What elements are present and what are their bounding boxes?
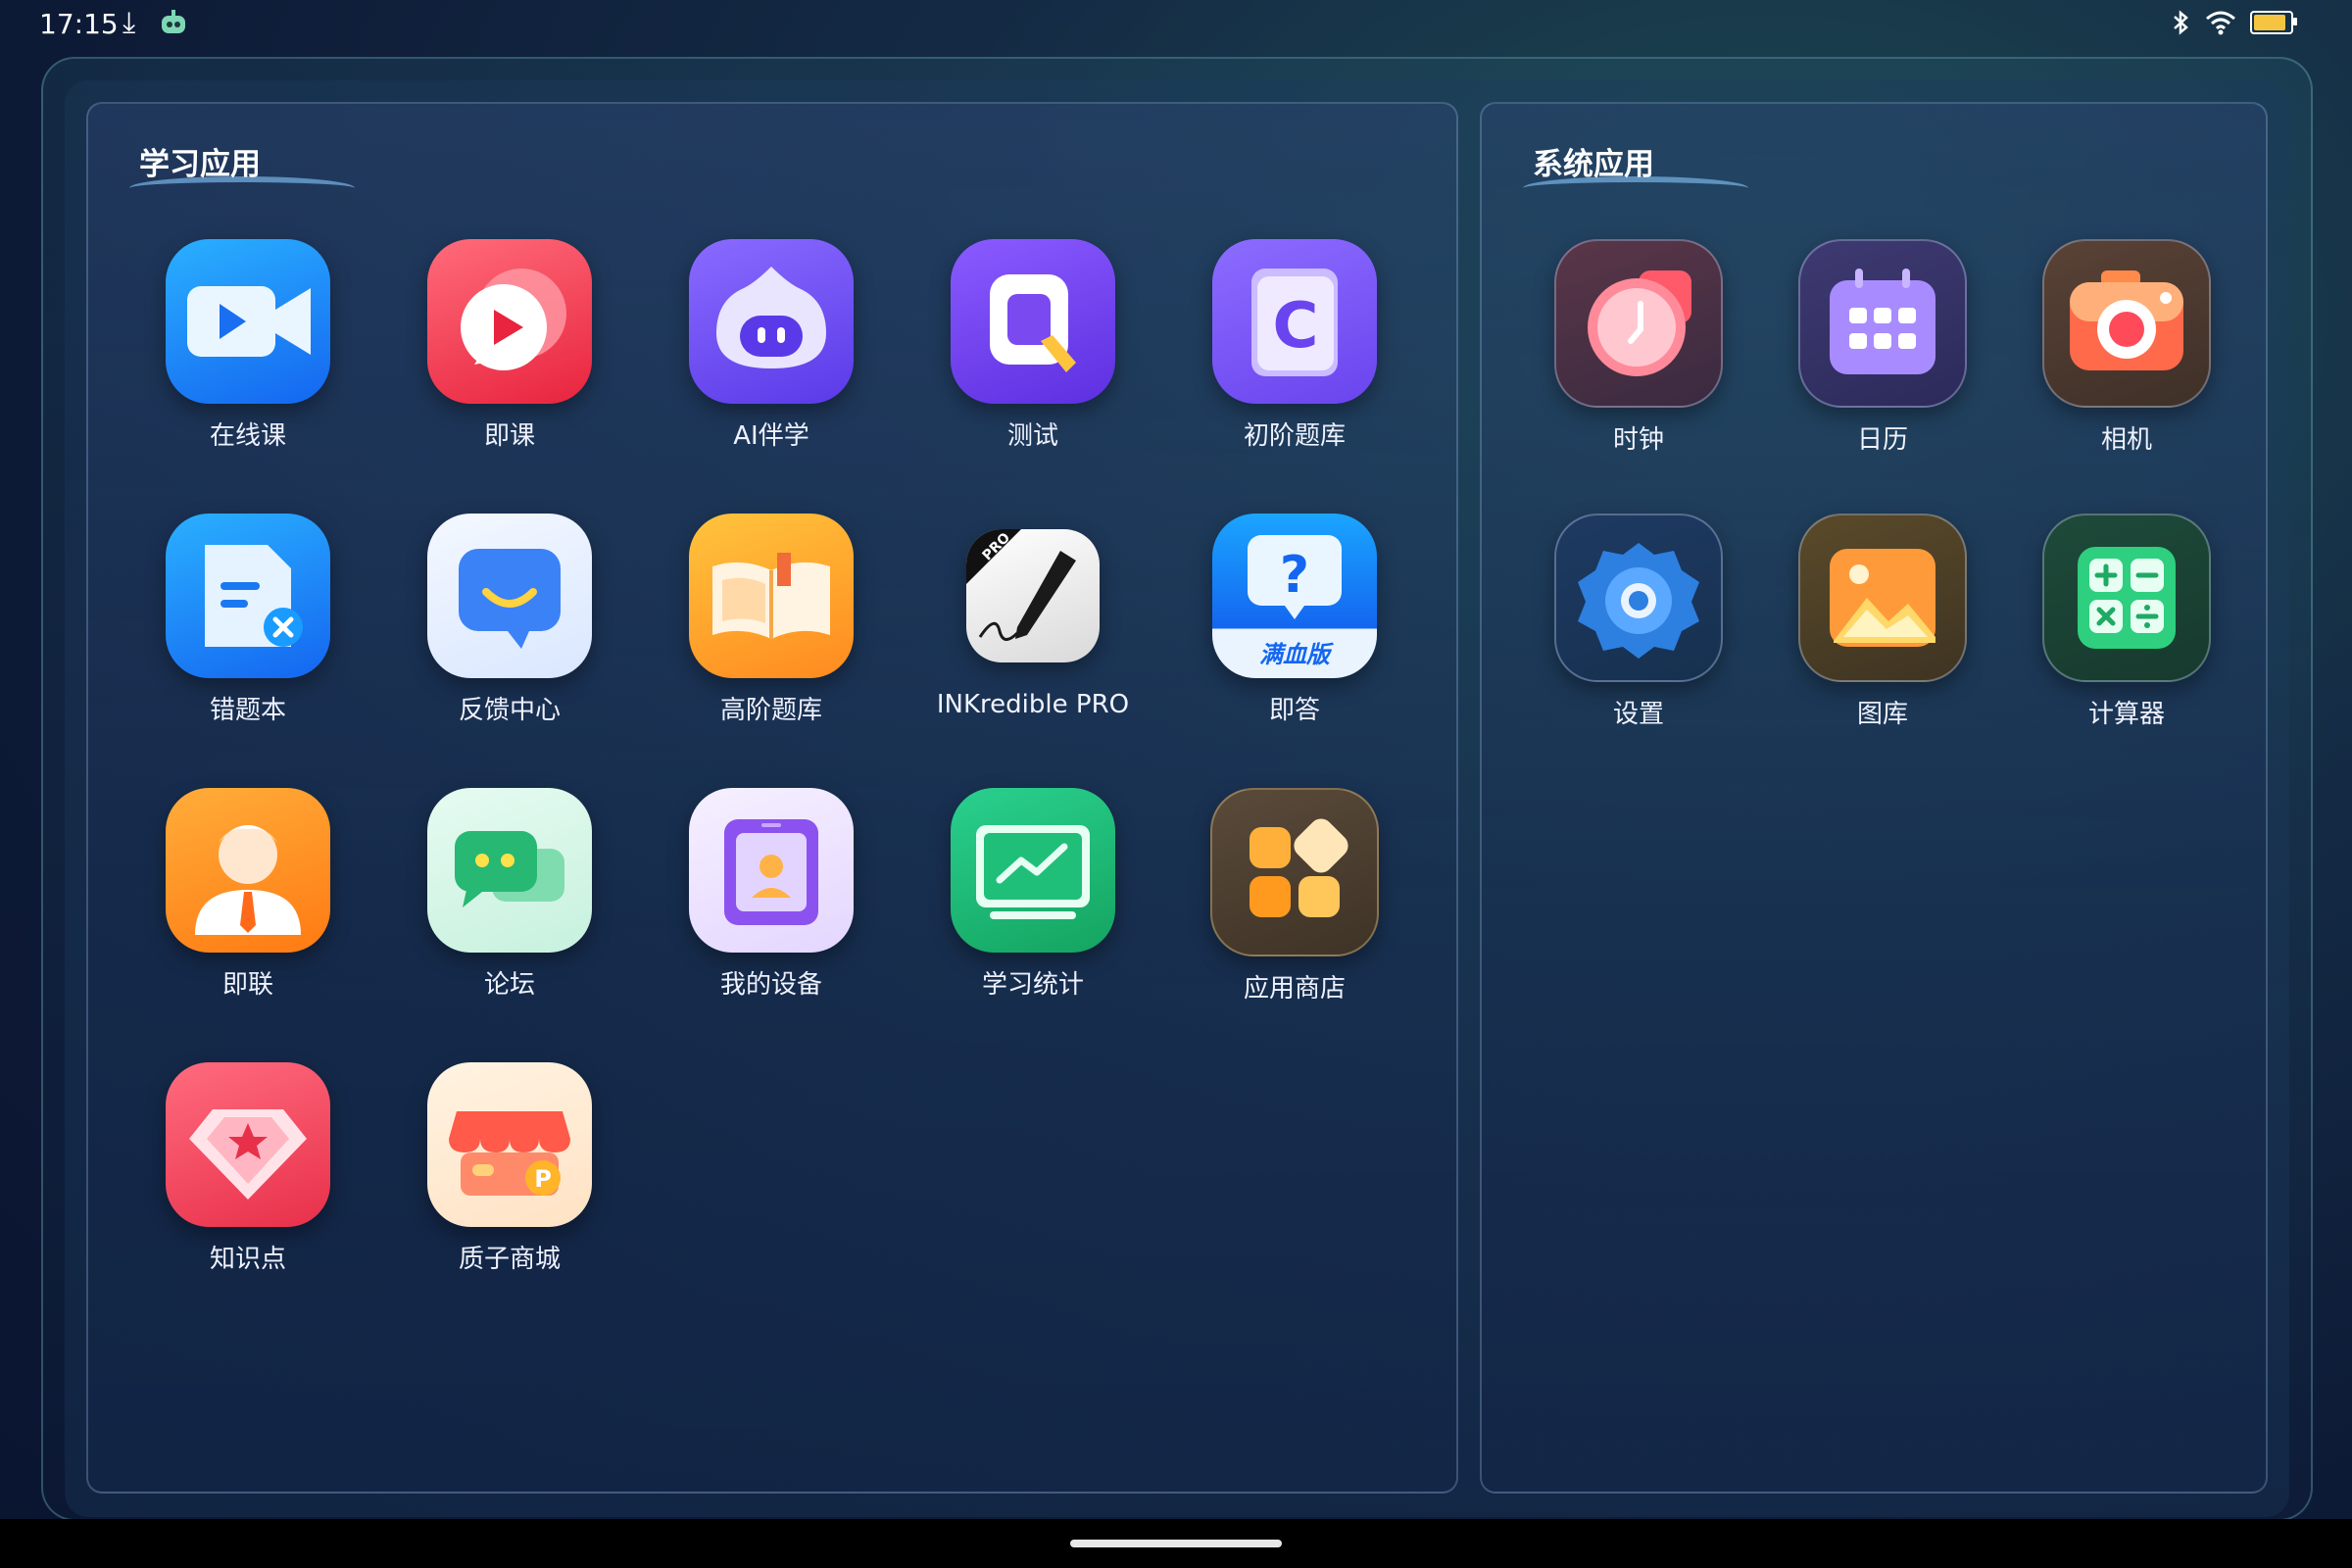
clock-icon (1554, 239, 1723, 408)
app-label: 时钟 (1612, 425, 1664, 455)
app-inkredible[interactable]: PRO INKredible PRO (915, 514, 1151, 719)
learning-apps-panel: 学习应用 在线课 即课 AI伴学 测试 C 初阶题库 错题本 反馈中心 高阶题库… (86, 102, 1458, 1494)
camera-icon (2042, 239, 2211, 408)
open-book-icon (689, 514, 854, 678)
app-label: 即课 (483, 421, 535, 451)
app-label: 设置 (1612, 700, 1664, 729)
feedback-smile-icon (427, 514, 592, 678)
app-label: 即答 (1268, 696, 1320, 725)
app-label: 日历 (1856, 425, 1908, 455)
calculator-icon (2042, 514, 2211, 682)
app-label: INKredible PRO (936, 690, 1130, 719)
app-label: 错题本 (209, 696, 286, 725)
app-label: AI伴学 (733, 421, 809, 451)
app-label: 初阶题库 (1243, 421, 1346, 451)
app-label: 测试 (1006, 421, 1058, 451)
app-label: 反馈中心 (458, 696, 561, 725)
app-label: 质子商城 (458, 1245, 561, 1274)
app-mistakes[interactable]: 错题本 (130, 514, 366, 726)
app-ai-study[interactable]: AI伴学 (654, 239, 889, 452)
app-label: 相机 (2100, 425, 2152, 455)
status-icons (2172, 10, 2297, 35)
svg-text:C: C (1273, 290, 1319, 363)
robot-notification-icon (162, 10, 185, 33)
battery-icon (2250, 11, 2297, 34)
app-clock[interactable]: 时钟 (1521, 239, 1756, 456)
app-label: 图库 (1856, 700, 1908, 729)
app-label: 计算器 (2087, 700, 2165, 729)
mall-badge: P (534, 1165, 552, 1193)
app-forum[interactable]: 论坛 (392, 788, 627, 1001)
app-stats[interactable]: 学习统计 (915, 788, 1151, 1001)
question-bubble-icon: ? 满血版 (1212, 514, 1377, 678)
navigation-bar (0, 1519, 2352, 1568)
app-test[interactable]: 测试 (915, 239, 1151, 452)
app-label: 在线课 (209, 421, 286, 451)
app-mall[interactable]: P 质子商城 (392, 1062, 627, 1275)
app-label: 即联 (221, 970, 273, 1000)
app-jida[interactable]: ? 满血版 即答 (1177, 514, 1412, 726)
image-gallery-icon (1798, 514, 1967, 682)
app-basic-bank[interactable]: C 初阶题库 (1177, 239, 1412, 452)
wifi-icon (2206, 11, 2235, 35)
app-advanced-bank[interactable]: 高阶题库 (654, 514, 889, 726)
download-icon: ⤓ (122, 6, 136, 40)
learning-section-title: 学习应用 (139, 147, 261, 182)
app-online-class[interactable]: 在线课 (130, 239, 366, 452)
app-settings[interactable]: 设置 (1521, 514, 1756, 730)
app-jike[interactable]: 即课 (392, 239, 627, 452)
battery-level (2254, 15, 2286, 30)
stats-chart-icon (951, 788, 1115, 953)
app-label: 我的设备 (719, 970, 822, 1000)
app-jilian[interactable]: 即联 (130, 788, 366, 1001)
status-bar: 17:15 ⤓ (0, 0, 2352, 49)
system-section-title: 系统应用 (1533, 147, 1654, 182)
play-bubble-icon (427, 239, 592, 404)
app-calendar[interactable]: 日历 (1765, 239, 2000, 456)
tablet-device-icon (689, 788, 854, 953)
shop-store-icon: P (427, 1062, 592, 1227)
app-feedback[interactable]: 反馈中心 (392, 514, 627, 726)
app-app-store[interactable]: 应用商店 (1177, 788, 1412, 1004)
system-apps-panel: 系统应用 时钟 日历 相机 设置 图库 计算器 (1480, 102, 2268, 1494)
app-gallery[interactable]: 图库 (1765, 514, 2000, 730)
app-knowledge[interactable]: 知识点 (130, 1062, 366, 1275)
svg-text:?: ? (1280, 546, 1309, 605)
bluetooth-icon (2174, 10, 2188, 35)
app-calculator[interactable]: 计算器 (2009, 514, 2244, 730)
calendar-icon (1798, 239, 1967, 408)
gem-star-icon (166, 1062, 330, 1227)
person-contact-icon (166, 788, 330, 953)
c-book-icon: C (1212, 239, 1377, 404)
ai-mascot-icon (689, 239, 854, 404)
home-gesture-handle[interactable] (1070, 1540, 1282, 1547)
app-label: 应用商店 (1243, 974, 1346, 1004)
app-label: 高阶题库 (719, 696, 822, 725)
app-label: 论坛 (483, 970, 535, 1000)
video-camera-icon (166, 239, 330, 404)
app-label: 学习统计 (981, 970, 1084, 1000)
jida-badge: 满血版 (1259, 641, 1334, 668)
app-label: 知识点 (209, 1245, 286, 1274)
app-store-blocks-icon (1210, 788, 1379, 956)
app-my-device[interactable]: 我的设备 (654, 788, 889, 1001)
app-camera[interactable]: 相机 (2009, 239, 2244, 456)
gear-icon (1554, 514, 1723, 682)
chat-bubbles-icon (427, 788, 592, 953)
mistake-doc-icon (166, 514, 330, 678)
status-time: 17:15 (39, 8, 119, 40)
pen-signature-icon: PRO (966, 529, 1100, 662)
test-q-icon (951, 239, 1115, 404)
